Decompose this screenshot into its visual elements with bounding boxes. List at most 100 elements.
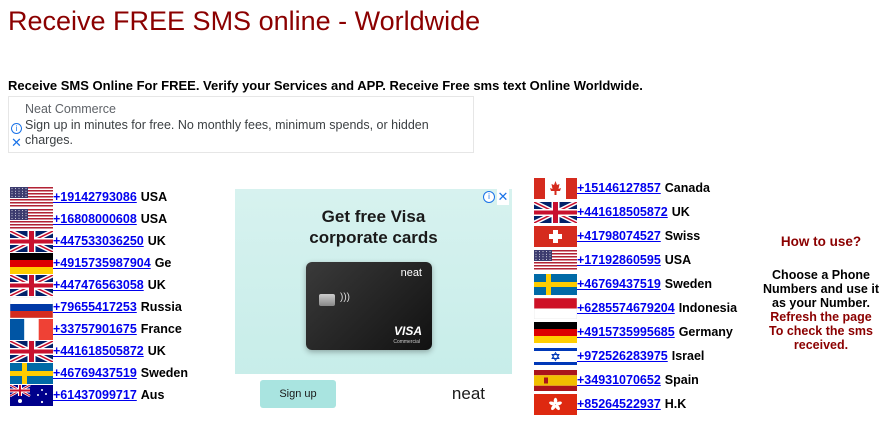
flag-uk-icon (10, 230, 53, 252)
country-label: USA (664, 253, 692, 267)
flag-fr-icon (10, 318, 53, 340)
ad-info-icon[interactable]: i (483, 191, 495, 203)
text-ad-banner[interactable]: i ✕ Neat Commerce Sign up in minutes for… (8, 96, 474, 153)
card-image: neat ))) VISA Commercial (306, 262, 432, 350)
phone-number-link[interactable]: +16808000608 (53, 212, 137, 226)
ad-brand[interactable]: Neat Commerce (25, 102, 116, 116)
display-ad[interactable]: i ✕ Get free Visa corporate cards neat )… (235, 189, 512, 414)
refresh-text: Refresh the page To check the sms receiv… (769, 310, 873, 352)
country-label: USA (140, 212, 168, 226)
phone-number-link[interactable]: +17192860595 (577, 253, 661, 267)
country-label: UK (147, 234, 166, 248)
phone-number-link[interactable]: +46769437519 (577, 277, 661, 291)
country-label: Spain (664, 373, 699, 387)
ad-headline-text: Get free Visa corporate cards (309, 207, 438, 247)
ad-close-icon[interactable]: ✕ (497, 189, 509, 205)
country-label: H.K (664, 397, 687, 411)
flag-se-icon (10, 362, 53, 384)
phone-number-link[interactable]: +972526283975 (577, 349, 668, 363)
phone-number-link[interactable]: +19142793086 (53, 190, 137, 204)
number-row: +447476563058 UK (10, 274, 188, 296)
number-row: +441618505872 UK (534, 200, 737, 224)
number-row: +61437099717 Aus (10, 384, 188, 406)
flag-uk-icon (10, 274, 53, 296)
card-network-sub: Commercial (393, 339, 420, 345)
ad-body-text[interactable]: Sign up in minutes for free. No monthly … (25, 118, 465, 148)
country-label: UK (671, 205, 690, 219)
flag-ca-icon (534, 177, 577, 199)
number-row: +4915735995685 Germany (534, 320, 737, 344)
number-row: +46769437519 Sweden (10, 362, 188, 384)
ad-info-icon[interactable]: i (11, 123, 22, 134)
flag-hk-icon (534, 393, 577, 415)
phone-number-link[interactable]: +447533036250 (53, 234, 144, 248)
number-row: +17192860595 USA (534, 248, 737, 272)
country-label: Sweden (140, 366, 189, 380)
number-row: +41798074527 Swiss (534, 224, 737, 248)
phone-number-link[interactable]: +6285574679204 (577, 301, 675, 315)
country-label: Aus (140, 388, 165, 402)
number-row: +19142793086 USA (10, 186, 188, 208)
number-row: +972526283975 Israel (534, 344, 737, 368)
how-to-instructions: Choose a Phone Numbers and use it as you… (762, 268, 880, 352)
country-label: USA (140, 190, 168, 204)
phone-number-link[interactable]: +15146127857 (577, 181, 661, 195)
instructions-text: Choose a Phone Numbers and use it as you… (763, 268, 879, 310)
country-label: Swiss (664, 229, 701, 243)
phone-number-link[interactable]: +41798074527 (577, 229, 661, 243)
flag-us-icon (534, 249, 577, 271)
how-to-panel: How to use? Choose a Phone Numbers and u… (762, 234, 880, 352)
phone-number-link[interactable]: +85264522937 (577, 397, 661, 411)
flag-de-icon (534, 321, 577, 343)
country-label: UK (147, 344, 166, 358)
flag-au-icon (10, 384, 53, 406)
number-row: +4915735987904 Ge (10, 252, 188, 274)
card-brand: neat (400, 267, 422, 279)
country-label: Russia (140, 300, 182, 314)
contactless-icon: ))) (340, 292, 350, 303)
flag-ru-icon (10, 296, 53, 318)
phone-number-link[interactable]: +34931070652 (577, 373, 661, 387)
flag-id-icon (534, 297, 577, 319)
flag-uk-icon (534, 201, 577, 223)
country-label: Indonesia (678, 301, 738, 315)
country-label: Israel (671, 349, 705, 363)
phone-number-link[interactable]: +441618505872 (577, 205, 668, 219)
flag-de-icon (10, 252, 53, 274)
number-row: +34931070652 Spain (534, 368, 737, 392)
number-row: +16808000608 USA (10, 208, 188, 230)
phone-number-link[interactable]: +4915735987904 (53, 256, 151, 270)
number-row: +85264522937 H.K (534, 392, 737, 416)
flag-se-icon (534, 273, 577, 295)
ad-headline[interactable]: Get free Visa corporate cards (235, 206, 512, 248)
phone-number-link[interactable]: +46769437519 (53, 366, 137, 380)
country-label: UK (147, 278, 166, 292)
signup-button[interactable]: Sign up (260, 380, 336, 408)
phone-number-link[interactable]: +33757901675 (53, 322, 137, 336)
number-list-middle: +15146127857 Canada +441618505872 UK +417980… (534, 176, 737, 416)
flag-us-icon (10, 208, 53, 230)
number-row: +33757901675 France (10, 318, 188, 340)
flag-ch-icon (534, 225, 577, 247)
phone-number-link[interactable]: +61437099717 (53, 388, 137, 402)
flag-uk-icon (10, 340, 53, 362)
phone-number-link[interactable]: +4915735995685 (577, 325, 675, 339)
ad-logo[interactable]: neat (452, 384, 485, 404)
number-row: +6285574679204 Indonesia (534, 296, 737, 320)
country-label: France (140, 322, 182, 336)
country-label: Canada (664, 181, 710, 195)
number-row: +79655417253 Russia (10, 296, 188, 318)
country-label: Sweden (664, 277, 713, 291)
phone-number-link[interactable]: +441618505872 (53, 344, 144, 358)
flag-il-icon (534, 345, 577, 367)
country-label: Ge (154, 256, 172, 270)
phone-number-link[interactable]: +447476563058 (53, 278, 144, 292)
number-row: +46769437519 Sweden (534, 272, 737, 296)
flag-us-icon (10, 186, 53, 208)
number-row: +441618505872 UK (10, 340, 188, 362)
number-row: +447533036250 UK (10, 230, 188, 252)
card-network: VISA (393, 324, 422, 338)
phone-number-link[interactable]: +79655417253 (53, 300, 137, 314)
ad-close-icon[interactable]: ✕ (11, 136, 22, 150)
how-to-heading: How to use? (780, 234, 862, 249)
